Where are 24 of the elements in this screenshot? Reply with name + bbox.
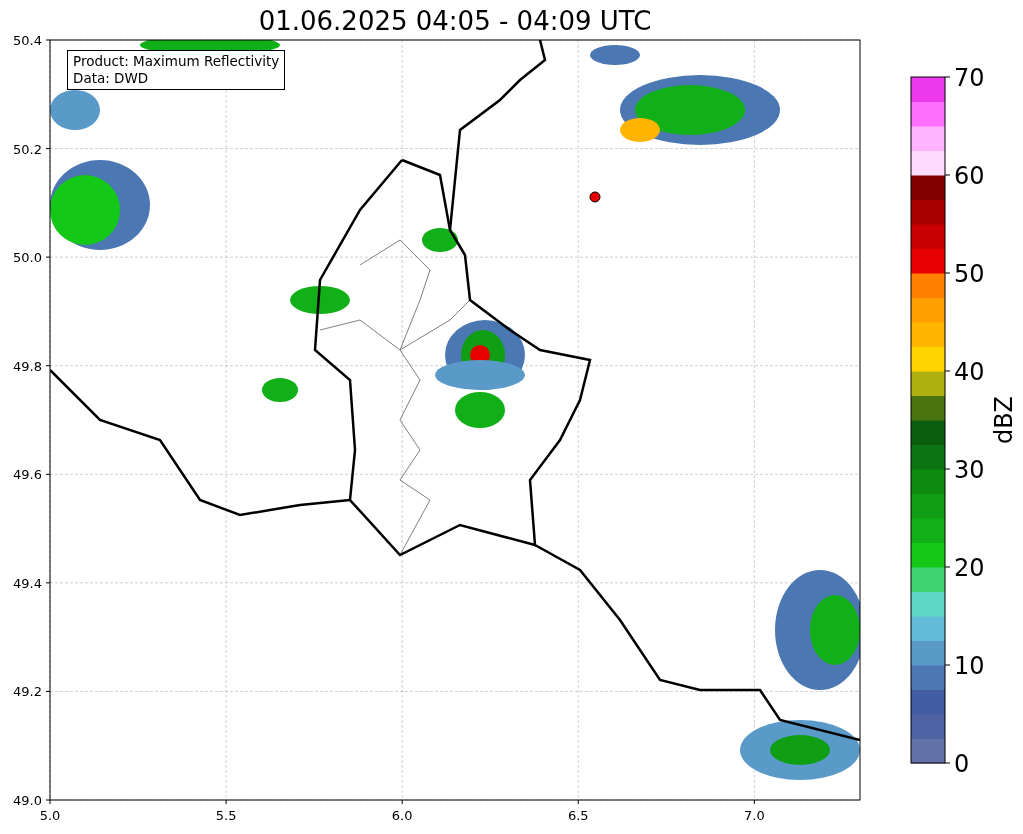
y-tick-label: 49.4	[13, 575, 42, 591]
colorbar-tick-label: 10	[954, 652, 985, 680]
x-tick-label: 5.0	[39, 808, 61, 823]
colorbar-tick-label: 30	[954, 456, 985, 484]
y-tick-label: 49.2	[13, 684, 42, 700]
colorbar-tick-label: 0	[954, 750, 970, 778]
x-tick-label: 6.5	[567, 808, 589, 823]
y-tick-label: 50.2	[13, 141, 42, 157]
x-tick-label: 6.0	[391, 808, 413, 823]
colorbar-tick-label: 20	[954, 554, 985, 582]
chart-title: 01.06.2025 04:05 - 04:09 UTC	[258, 6, 652, 36]
colorbar-tick-label: 60	[954, 162, 985, 190]
y-tick-label: 49.8	[13, 358, 42, 374]
colorbar-tick-label: 70	[954, 64, 985, 92]
y-tick-label: 49.0	[13, 793, 42, 808]
y-tick-label: 49.6	[13, 467, 42, 483]
y-tick-label: 50.4	[13, 33, 42, 48]
colorbar-label: dBZ	[990, 395, 1018, 445]
x-tick-label: 5.5	[215, 808, 237, 823]
x-tick-label: 7.0	[744, 808, 765, 823]
colorbar-tick-label: 40	[954, 358, 985, 386]
y-tick-label: 50.0	[13, 250, 42, 266]
legend-box: Product: Maximum Reflectivity Data: DWD	[67, 50, 286, 90]
colorbar-tick-label: 50	[954, 260, 985, 288]
